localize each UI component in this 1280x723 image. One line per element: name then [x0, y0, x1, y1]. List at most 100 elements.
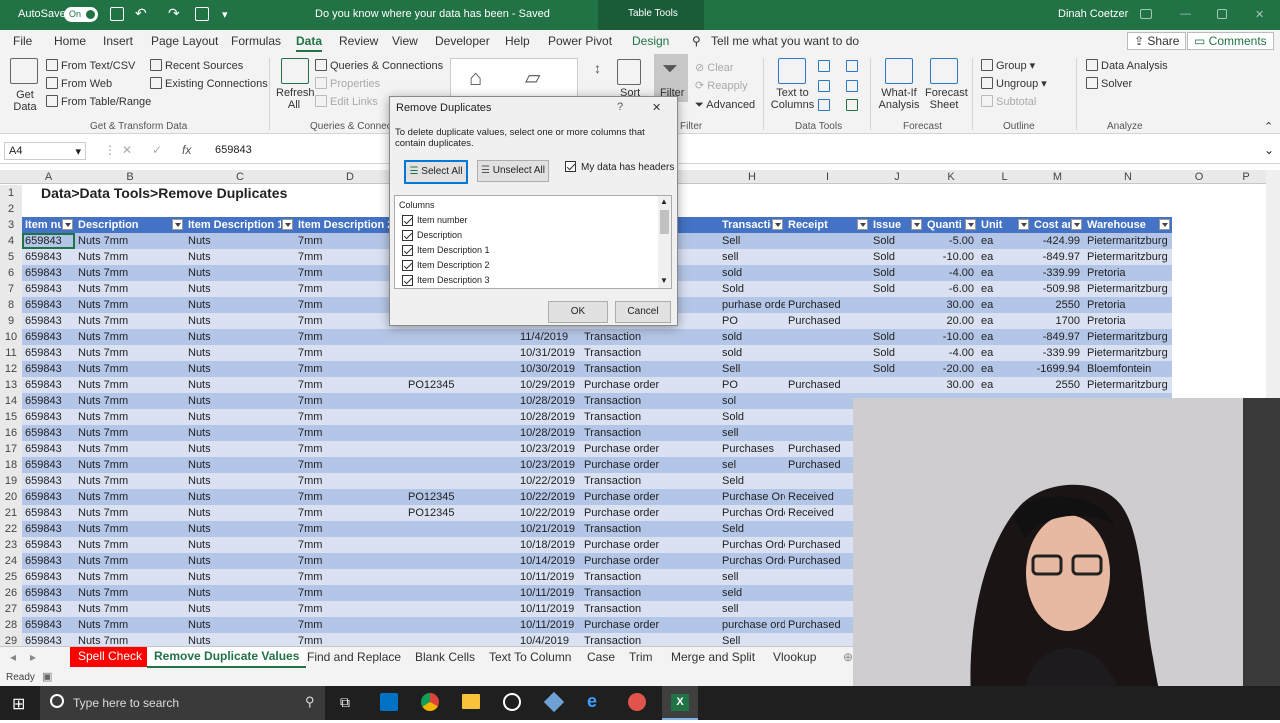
sheet-tab-vlookup[interactable]: Vlookup — [773, 650, 816, 664]
table-cell[interactable]: Sold — [870, 249, 924, 265]
table-header-cell[interactable]: Quanti — [924, 217, 964, 233]
filter-dropdown-icon[interactable] — [172, 219, 183, 230]
filter-dropdown-icon[interactable] — [62, 219, 73, 230]
table-cell[interactable]: 659843 — [22, 585, 75, 601]
table-cell[interactable]: Nuts — [185, 281, 295, 297]
table-cell[interactable]: 659843 — [22, 345, 75, 361]
row-header[interactable]: 12 — [0, 361, 22, 377]
row-header[interactable]: 28 — [0, 617, 22, 633]
filter-button[interactable]: ⏷ Filter — [654, 54, 688, 102]
table-header-cell[interactable]: Receipt — [785, 217, 856, 233]
table-cell[interactable]: Nuts 7mm — [75, 361, 185, 377]
table-cell[interactable]: 10/28/2019 — [517, 425, 581, 441]
remove-duplicates-icon[interactable] — [818, 80, 830, 92]
table-cell[interactable]: -849.97 — [1031, 329, 1084, 345]
table-cell[interactable]: Sell — [719, 361, 785, 377]
column-checkbox[interactable] — [402, 275, 413, 286]
windows-start-icon[interactable]: ⊞ — [12, 694, 25, 714]
columns-listbox[interactable]: Columns Item number Description Item Des… — [394, 195, 672, 289]
column-header[interactable]: H — [719, 171, 785, 183]
formula-input[interactable]: 659843 — [215, 144, 252, 156]
table-cell[interactable]: Nuts 7mm — [75, 601, 185, 617]
row-header[interactable]: 29 — [0, 633, 22, 646]
name-box[interactable]: A4 ▾ — [4, 142, 86, 160]
table-cell[interactable]: Nuts — [185, 361, 295, 377]
table-cell[interactable]: Nuts 7mm — [75, 233, 185, 249]
table-cell[interactable]: 10/11/2019 — [517, 617, 581, 633]
tab-review[interactable]: Review — [339, 34, 378, 48]
next-sheet-icon[interactable]: ▸ — [30, 650, 36, 664]
column-checkbox[interactable] — [402, 260, 413, 271]
table-cell[interactable]: ea — [978, 313, 1031, 329]
app-icon[interactable] — [503, 693, 521, 711]
table-cell[interactable]: 10/22/2019 — [517, 489, 581, 505]
solver-button[interactable]: Solver — [1086, 77, 1132, 90]
table-cell[interactable]: Purchase order — [581, 457, 659, 473]
table-cell[interactable]: -1699.94 — [1031, 361, 1084, 377]
minimize-icon[interactable]: — — [1180, 8, 1191, 20]
table-cell[interactable]: Nuts 7mm — [75, 345, 185, 361]
row-header[interactable]: 14 — [0, 393, 22, 409]
table-cell[interactable]: 7mm — [295, 521, 405, 537]
data-validation-icon[interactable] — [818, 99, 830, 111]
cancel-entry-icon[interactable]: ✕ — [122, 143, 132, 157]
table-cell[interactable]: Nuts — [185, 553, 295, 569]
table-cell[interactable]: Nuts 7mm — [75, 297, 185, 313]
table-cell[interactable]: Sold — [870, 265, 924, 281]
clear-filter-button[interactable]: ⊘ Clear — [695, 61, 734, 74]
table-cell[interactable]: Purchase order — [581, 553, 659, 569]
ok-button[interactable]: OK — [548, 301, 608, 323]
recent-sources-button[interactable]: Recent Sources — [150, 59, 243, 72]
table-cell[interactable]: 10/22/2019 — [517, 505, 581, 521]
table-cell[interactable]: Nuts — [185, 617, 295, 633]
table-cell[interactable]: Nuts — [185, 473, 295, 489]
table-cell[interactable]: 7mm — [295, 393, 405, 409]
table-cell[interactable]: Nuts 7mm — [75, 313, 185, 329]
help-icon[interactable]: ? — [617, 101, 623, 113]
table-cell[interactable]: Nuts 7mm — [75, 473, 185, 489]
table-cell[interactable]: Nuts — [185, 489, 295, 505]
tab-developer[interactable]: Developer — [435, 34, 490, 48]
queries-connections-button[interactable]: Queries & Connections — [315, 59, 443, 72]
table-cell[interactable]: 10/11/2019 — [517, 569, 581, 585]
tab-help[interactable]: Help — [505, 34, 530, 48]
table-cell[interactable]: -339.99 — [1031, 265, 1084, 281]
row-header[interactable]: 13 — [0, 377, 22, 393]
table-cell[interactable]: Transaction — [581, 633, 641, 646]
table-header-cell[interactable]: Item Description 1 — [185, 217, 281, 233]
table-cell[interactable]: 7mm — [295, 425, 405, 441]
table-cell[interactable]: Sold — [870, 329, 924, 345]
column-header[interactable]: O — [1172, 171, 1226, 183]
table-cell[interactable]: Nuts — [185, 585, 295, 601]
table-cell[interactable]: 659843 — [22, 633, 75, 646]
column-header[interactable]: I — [785, 171, 870, 183]
table-cell[interactable]: 659843 — [22, 441, 75, 457]
table-cell[interactable]: 659843 — [22, 489, 75, 505]
table-cell[interactable]: 659843 — [22, 505, 75, 521]
column-header[interactable]: A — [22, 171, 75, 183]
tab-formulas[interactable]: Formulas — [231, 34, 281, 48]
row-header[interactable]: 9 — [0, 313, 22, 329]
table-cell[interactable]: Nuts 7mm — [75, 489, 185, 505]
table-cell[interactable]: Nuts 7mm — [75, 393, 185, 409]
tab-view[interactable]: View — [392, 34, 418, 48]
table-cell[interactable]: 659843 — [22, 601, 75, 617]
row-header[interactable]: 21 — [0, 505, 22, 521]
table-cell[interactable]: Transaction — [581, 393, 641, 409]
table-cell[interactable]: purchase orde — [719, 617, 785, 633]
excel-taskbar-button[interactable]: X — [662, 686, 698, 720]
table-header-cell[interactable]: Item nu — [22, 217, 61, 233]
table-cell[interactable]: Sold — [719, 409, 785, 425]
filter-dropdown-icon[interactable] — [1159, 219, 1170, 230]
table-cell[interactable]: Pretoria — [1084, 297, 1172, 313]
reapply-button[interactable]: ⟳ Reapply — [695, 79, 748, 92]
table-cell[interactable]: -339.99 — [1031, 345, 1084, 361]
sheet-tab-merge-split[interactable]: Merge and Split — [671, 650, 755, 664]
table-cell[interactable]: Pietermaritzburg — [1084, 377, 1172, 393]
customize-qat-icon[interactable]: ▾ — [222, 8, 228, 21]
consolidate-icon[interactable] — [846, 60, 858, 72]
row-header[interactable]: 5 — [0, 249, 22, 265]
table-header-cell[interactable]: Item Description 2 — [295, 217, 391, 233]
table-cell[interactable]: ea — [978, 281, 1031, 297]
what-if-button[interactable]: What-If Analysis — [876, 87, 922, 111]
